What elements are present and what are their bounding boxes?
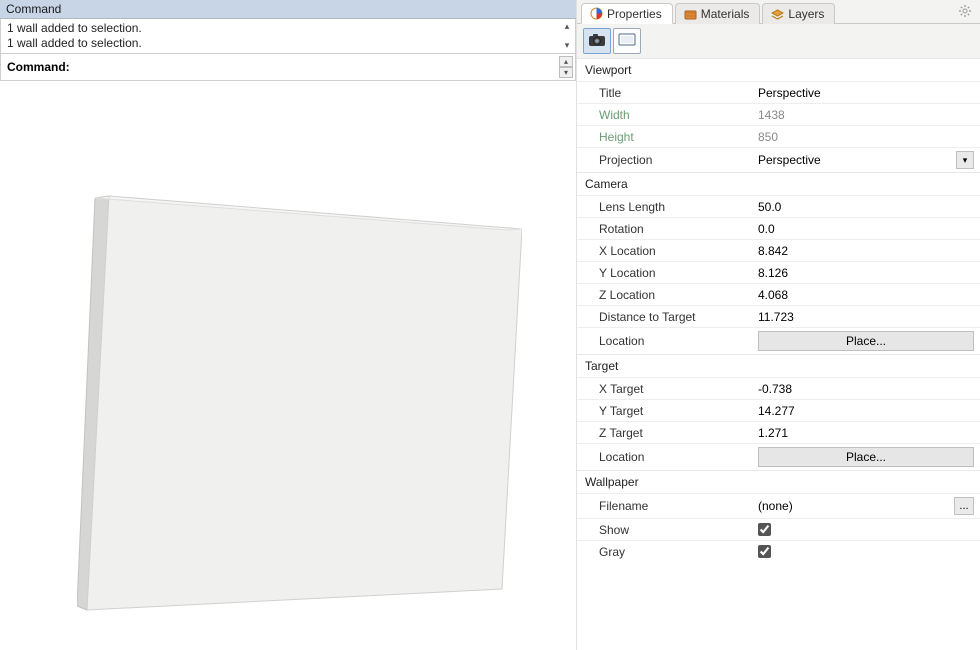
history-line: 1 wall added to selection. (7, 21, 565, 36)
camera-location-label: Location (577, 328, 752, 354)
target-y-field[interactable] (758, 404, 974, 418)
camera-lens-label: Lens Length (577, 196, 752, 217)
camera-x-label: X Location (577, 240, 752, 261)
wallpaper-filename-value: (none) (758, 499, 793, 513)
target-location-label: Location (577, 444, 752, 470)
camera-x-field[interactable] (758, 244, 974, 258)
panel-settings-gear-icon[interactable] (954, 2, 976, 23)
command-spin-down-icon[interactable]: ▾ (559, 67, 573, 78)
command-input[interactable] (74, 59, 559, 75)
tab-properties[interactable]: Properties (581, 3, 673, 24)
tab-label: Materials (701, 7, 750, 21)
viewport-title-label: Title (577, 82, 752, 103)
viewport-height-label: Height (577, 126, 752, 147)
wallpaper-gray-label: Gray (577, 541, 752, 562)
group-viewport: Viewport (577, 58, 980, 81)
layers-icon (771, 8, 784, 21)
target-z-field[interactable] (758, 426, 974, 440)
command-input-row: Command: ▴ ▾ (0, 54, 576, 81)
group-target: Target (577, 354, 980, 377)
history-scroll-up-icon[interactable]: ▴ (561, 19, 573, 34)
camera-z-label: Z Location (577, 284, 752, 305)
properties-icon (590, 7, 603, 20)
group-camera: Camera (577, 172, 980, 195)
tab-label: Properties (607, 7, 662, 21)
viewport-3d[interactable] (0, 81, 576, 650)
properties-toolbar (577, 24, 980, 58)
camera-lens-field[interactable] (758, 200, 974, 214)
panel-tabs: Properties Materials Layers (577, 0, 980, 24)
wallpaper-filename-label: Filename (577, 494, 752, 518)
display-mode-button[interactable] (613, 28, 641, 54)
materials-icon (684, 8, 697, 21)
viewport-properties-button[interactable] (583, 28, 611, 54)
camera-distance-field[interactable] (758, 310, 974, 324)
target-y-label: Y Target (577, 400, 752, 421)
camera-place-button[interactable]: Place... (758, 331, 974, 351)
viewport-width-value: 1438 (752, 104, 980, 125)
camera-y-field[interactable] (758, 266, 974, 280)
target-z-label: Z Target (577, 422, 752, 443)
group-wallpaper: Wallpaper (577, 470, 980, 493)
command-history: 1 wall added to selection. 1 wall added … (0, 19, 576, 54)
tab-layers[interactable]: Layers (762, 3, 835, 24)
viewport-height-value: 850 (752, 126, 980, 147)
camera-distance-label: Distance to Target (577, 306, 752, 327)
command-prompt-label: Command: (7, 60, 70, 74)
tab-label: Layers (788, 7, 824, 21)
history-scroll-down-icon[interactable]: ▾ (561, 38, 573, 53)
viewport-projection-label: Projection (577, 148, 752, 172)
properties-panel: Viewport Title Width1438 Height850 Proje… (577, 58, 980, 650)
viewport-width-label: Width (577, 104, 752, 125)
projection-dropdown-icon[interactable]: ▾ (956, 151, 974, 169)
wallpaper-show-label: Show (577, 519, 752, 540)
command-titlebar: Command (0, 0, 576, 19)
target-place-button[interactable]: Place... (758, 447, 974, 467)
camera-y-label: Y Location (577, 262, 752, 283)
target-x-field[interactable] (758, 382, 974, 396)
camera-rotation-label: Rotation (577, 218, 752, 239)
camera-rotation-field[interactable] (758, 222, 974, 236)
tab-materials[interactable]: Materials (675, 3, 761, 24)
camera-z-field[interactable] (758, 288, 974, 302)
viewport-projection-value: Perspective (758, 153, 952, 167)
monitor-icon (618, 33, 636, 50)
wall-geometry (77, 194, 522, 611)
wallpaper-show-checkbox[interactable] (758, 523, 771, 536)
wallpaper-browse-button[interactable]: ... (954, 497, 974, 515)
wallpaper-gray-checkbox[interactable] (758, 545, 771, 558)
target-x-label: X Target (577, 378, 752, 399)
viewport-title-field[interactable] (758, 86, 974, 100)
history-line: 1 wall added to selection. (7, 36, 565, 51)
command-spin-up-icon[interactable]: ▴ (559, 56, 573, 67)
camera-icon (588, 33, 606, 50)
